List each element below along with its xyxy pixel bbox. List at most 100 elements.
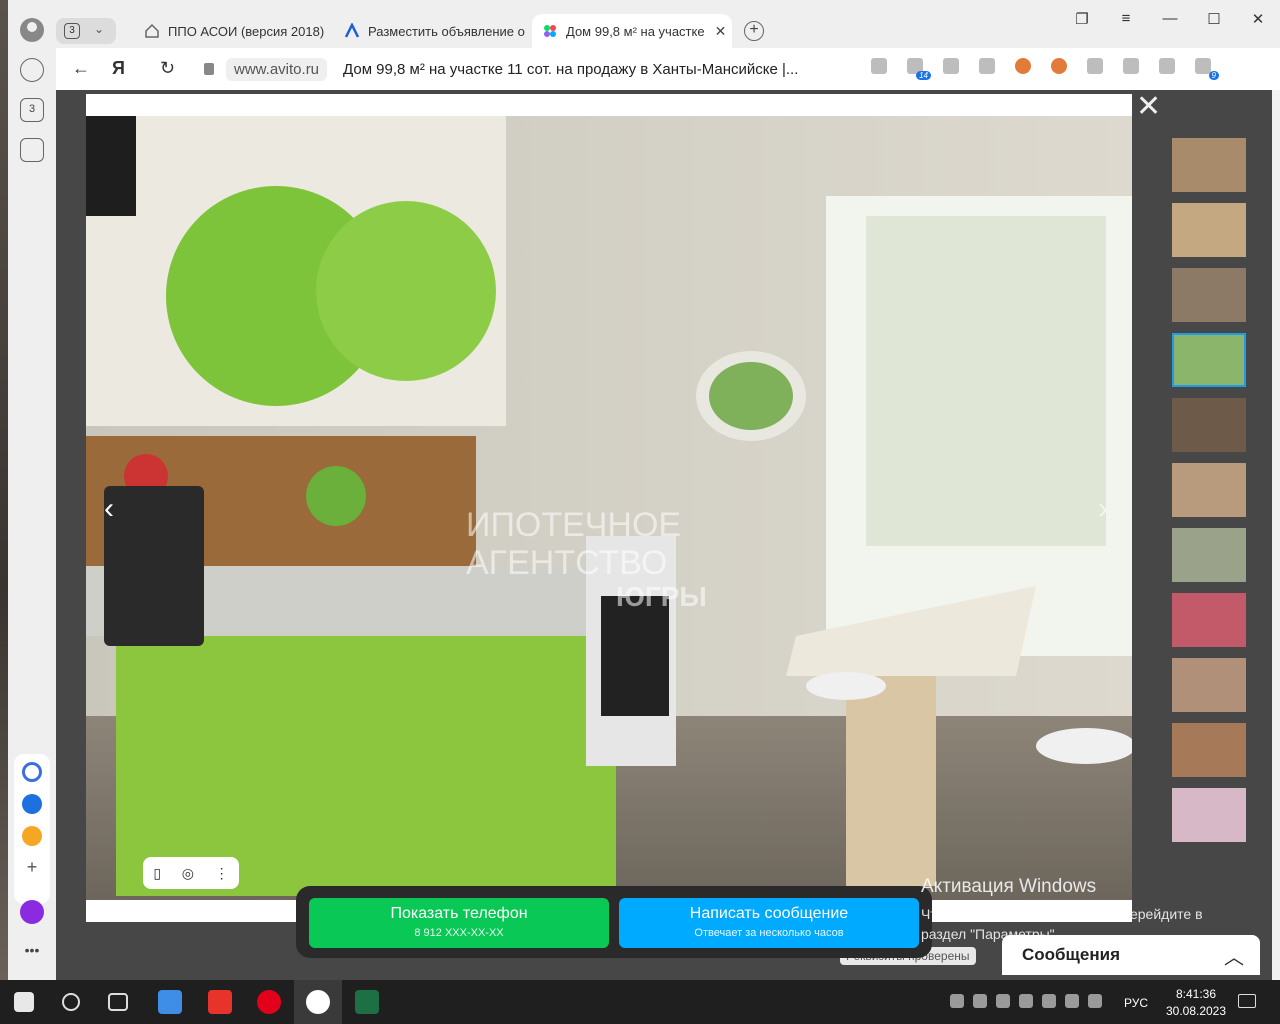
downloads-icon[interactable]: 9 — [1195, 58, 1219, 80]
clock-date: 30.08.2023 — [1165, 1004, 1227, 1018]
extensions-icon[interactable]: 14 — [907, 58, 931, 80]
tray-chat-icon[interactable] — [973, 994, 987, 1008]
tab-post-ad[interactable]: Разместить объявление о — [334, 14, 530, 48]
add-app-icon[interactable]: + — [22, 858, 42, 878]
show-phone-label: Показать телефон — [390, 905, 528, 922]
thumbnail[interactable] — [1172, 268, 1246, 322]
bookmark-photo-icon[interactable]: ▯ — [153, 865, 161, 882]
photo-toolbar: ▯ ◎ ⋮ — [143, 857, 239, 889]
show-phone-button[interactable]: Показать телефон 8 912 XXX-XX-XX — [309, 898, 609, 948]
tray-yandex-icon[interactable] — [1019, 994, 1033, 1008]
reader-icon[interactable] — [943, 58, 959, 74]
close-window-button[interactable]: ✕ — [1236, 10, 1280, 28]
listing-photo[interactable]: ИПОТЕЧНОЕ АГЕНТСТВО ЮГРЫ — [86, 116, 1132, 900]
clock[interactable]: 8:41:36 30.08.2023 — [1156, 986, 1236, 1020]
tab-strip: 3 ⌄ ППО АСОИ (версия 2018) Разместить об… — [8, 0, 1280, 48]
tab-title: Дом 99,8 м² на участке — [566, 23, 705, 39]
close-viewer-icon[interactable]: ✕ — [1136, 92, 1161, 122]
house-icon — [145, 23, 159, 38]
extension-a-icon[interactable] — [1015, 58, 1031, 74]
more-options-icon[interactable]: ⋮ — [215, 865, 229, 882]
menu-icon[interactable]: ≡ — [1104, 10, 1148, 28]
alice-chat-icon[interactable] — [22, 762, 42, 782]
yandex-app-icon[interactable] — [208, 990, 232, 1014]
bookmark-icon[interactable] — [979, 58, 995, 74]
extension-d-icon[interactable] — [1123, 58, 1139, 74]
messages-title: Сообщения — [1022, 945, 1120, 964]
back-button[interactable]: ← — [72, 58, 90, 79]
phone-number: 8 912 XXX-XX-XX — [414, 927, 504, 939]
excel-icon[interactable] — [355, 990, 379, 1014]
tab-title: ППО АСОИ (версия 2018) — [168, 23, 325, 39]
close-tab-icon[interactable]: ✕ — [715, 23, 727, 40]
sidebar-tabs-button[interactable]: 3 — [20, 98, 44, 122]
prev-photo-arrow[interactable]: ‹ — [104, 492, 114, 526]
zen-icon[interactable] — [22, 826, 42, 846]
sidebar-apps: + — [14, 754, 50, 904]
yandex-icon[interactable]: Я — [112, 58, 125, 79]
reload-button[interactable]: ↻ — [160, 58, 175, 79]
desktop-background — [0, 0, 8, 980]
extension-b-icon[interactable] — [1051, 58, 1067, 74]
minimize-button[interactable]: — — [1148, 10, 1192, 28]
contact-action-bar: Показать телефон 8 912 XXX-XX-XX Написат… — [296, 886, 932, 958]
thumbnail[interactable] — [1172, 723, 1246, 777]
maximize-button[interactable]: ☐ — [1192, 10, 1236, 28]
alice-icon[interactable] — [20, 900, 44, 924]
avito-dots-icon — [544, 25, 556, 37]
url-page-title: Дом 99,8 м² на участке 11 сот. на продаж… — [343, 60, 799, 78]
lock-icon[interactable] — [204, 63, 214, 75]
thumbnail[interactable] — [1172, 658, 1246, 712]
tray-app-icon[interactable] — [950, 994, 964, 1008]
chevron-up-icon[interactable]: ︿ — [1224, 941, 1244, 970]
camera-search-icon[interactable]: ◎ — [182, 865, 194, 882]
next-photo-arrow[interactable]: › — [1098, 492, 1108, 526]
system-tray — [950, 994, 1111, 1008]
extension-c-icon[interactable] — [1087, 58, 1103, 74]
clock-time: 8:41:36 — [1175, 987, 1217, 1001]
kitchen-photo-image: ИПОТЕЧНОЕ АГЕНТСТВО ЮГРЫ — [86, 116, 1132, 900]
address-bar[interactable]: www.avito.ru Дом 99,8 м² на участке 11 с… — [204, 56, 864, 82]
opera-icon[interactable] — [257, 990, 281, 1014]
network-icon[interactable] — [1065, 994, 1079, 1008]
screenshot-icon[interactable] — [20, 138, 44, 162]
mail-app-icon[interactable] — [158, 990, 182, 1014]
tab-house-listing[interactable]: Дом 99,8 м² на участке ✕ — [532, 14, 732, 48]
url-domain: www.avito.ru — [226, 57, 328, 81]
search-icon[interactable] — [62, 993, 80, 1011]
tab-group-button[interactable]: 3 ⌄ — [56, 18, 116, 44]
watermark-line-1: ИПОТЕЧНОЕ — [466, 506, 681, 544]
address-bar-row: ← Я ↻ www.avito.ru Дом 99,8 м² на участк… — [56, 48, 1280, 90]
tab-ppo[interactable]: ППО АСОИ (версия 2018) — [134, 14, 330, 48]
messenger-icon[interactable] — [22, 794, 42, 814]
response-time: Отвечает за несколько часов — [694, 927, 844, 939]
write-message-button[interactable]: Написать сообщение Отвечает за несколько… — [619, 898, 919, 948]
yandex-browser-icon[interactable] — [306, 990, 330, 1014]
more-icon[interactable]: ••• — [20, 940, 44, 964]
thumbnail-selected[interactable] — [1172, 333, 1246, 387]
tab-count: 3 — [64, 23, 80, 39]
thumbnail[interactable] — [1172, 138, 1246, 192]
tray-shield-icon[interactable] — [996, 994, 1010, 1008]
notifications-icon[interactable] — [1238, 994, 1256, 1008]
tray-bluetooth-icon[interactable] — [1042, 994, 1056, 1008]
thumbnail[interactable] — [1172, 398, 1246, 452]
thumbnail[interactable] — [1172, 593, 1246, 647]
volume-icon[interactable] — [1088, 994, 1102, 1008]
new-tab-button[interactable]: + — [744, 21, 764, 41]
thumbnail[interactable] — [1172, 528, 1246, 582]
tab-title: Разместить объявление о — [368, 23, 525, 39]
bookmarks-icon[interactable]: ❐ — [1060, 10, 1104, 28]
start-button[interactable] — [14, 992, 34, 1012]
avito-icon — [344, 23, 360, 38]
translate-icon[interactable] — [871, 58, 887, 74]
thumbnail[interactable] — [1172, 203, 1246, 257]
history-icon[interactable] — [20, 58, 44, 82]
profile-icon[interactable] — [20, 18, 44, 42]
thumbnail[interactable] — [1172, 463, 1246, 517]
language-indicator[interactable]: РУС — [1124, 996, 1148, 1010]
extension-badge: 14 — [916, 71, 931, 80]
task-view-icon[interactable] — [108, 993, 128, 1011]
thumbnail[interactable] — [1172, 788, 1246, 842]
extension-e-icon[interactable] — [1159, 58, 1175, 74]
